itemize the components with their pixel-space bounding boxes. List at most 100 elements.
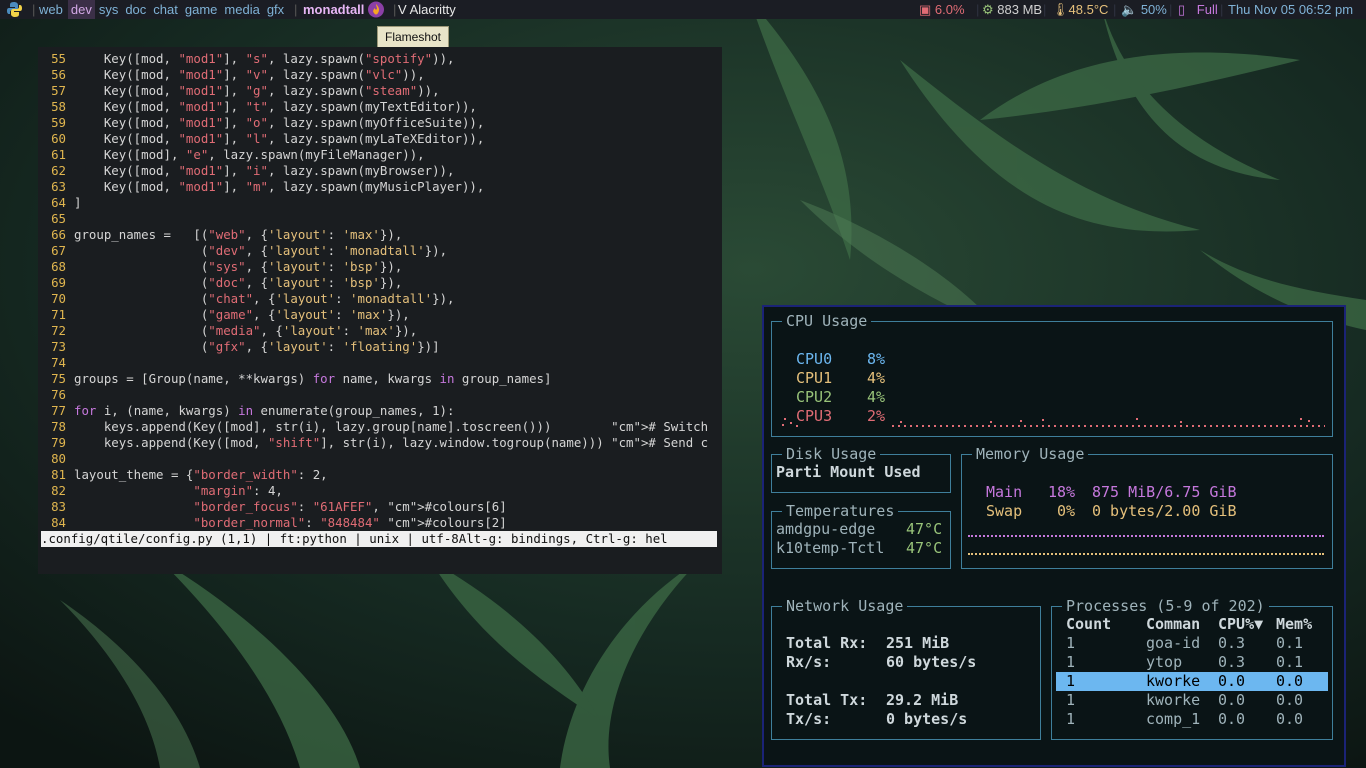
process-row[interactable]: 1 kworke 0.0 0.0 <box>1056 691 1328 710</box>
process-column-header[interactable]: Mem% <box>1276 615 1312 634</box>
group-web[interactable]: web <box>39 0 66 19</box>
process-row[interactable]: 1 comp_1 0.0 0.0 <box>1056 710 1328 729</box>
code-line[interactable]: 55 Key([mod, "mod1"], "s", lazy.spawn("s… <box>38 51 722 67</box>
python-logo-icon[interactable] <box>6 0 23 19</box>
code-line[interactable]: 62 Key([mod, "mod1"], "i", lazy.spawn(my… <box>38 163 722 179</box>
group-gfx[interactable]: gfx <box>267 0 287 19</box>
cpu1-value: 4% <box>867 369 886 387</box>
line-number: 58 <box>51 99 66 114</box>
memory-widget: ⚙ 883 MB <box>982 2 1043 17</box>
code-line[interactable]: 77 for i, (name, kwargs) in enumerate(gro… <box>38 403 722 419</box>
code-area[interactable]: 55 Key([mod, "mod1"], "s", lazy.spawn("s… <box>38 51 722 531</box>
line-text: keys.append(Key([mod, "shift"], str(i), … <box>74 435 709 450</box>
line-text: Key([mod, "mod1"], "l", lazy.spawn(myLaT… <box>74 131 485 146</box>
mem-swap-graph <box>968 553 1324 558</box>
rx-rate-label: Rx/s: <box>786 653 832 671</box>
rx-rate-value: 60 bytes/s <box>886 653 977 671</box>
code-line[interactable]: 59 Key([mod, "mod1"], "o", lazy.spawn(my… <box>38 115 722 131</box>
process-cell: 1 <box>1066 691 1076 709</box>
code-line[interactable]: 64] <box>38 195 722 211</box>
code-line[interactable]: 72 ("media", {'layout': 'max'}), <box>38 323 722 339</box>
code-line[interactable]: 84 "border_normal": "848484" "cm">#colou… <box>38 515 722 531</box>
code-line[interactable]: 61 Key([mod], "e", lazy.spawn(myFileMana… <box>38 147 722 163</box>
group-media[interactable]: media <box>224 0 262 19</box>
temperatures-panel: Temperatures amdgpu-edge 47°C k10temp-Tc… <box>771 501 951 569</box>
code-line[interactable]: 83 "border_focus": "61AFEF", "cm">#colou… <box>38 499 722 515</box>
code-line[interactable]: 69 ("doc", {'layout': 'bsp'}), <box>38 275 722 291</box>
code-line[interactable]: 71 ("game", {'layout': 'max'}), <box>38 307 722 323</box>
mem-swap-pct: 0% <box>1057 502 1076 520</box>
group-sys[interactable]: sys <box>99 0 122 19</box>
layout-name[interactable]: monadtall <box>303 0 364 19</box>
code-line[interactable]: 66 group_names = [("web", {'layout': 'max… <box>38 227 722 243</box>
mem-main-label: Main <box>986 483 1023 501</box>
clock[interactable]: Thu Nov 05 06:52 pm <box>1228 0 1353 19</box>
ytop-window[interactable]: CPU Usage CPU0 8% CPU1 4% CPU2 4% CPU3 2… <box>762 305 1346 767</box>
temp-name-1: k10temp-Tctl <box>776 539 885 557</box>
code-line[interactable]: 67 ("dev", {'layout': 'monadtall'}), <box>38 243 722 259</box>
cpu2-value: 4% <box>867 388 886 406</box>
code-line[interactable]: 79 keys.append(Key([mod, "shift"], str(i… <box>38 435 722 451</box>
line-text: Key([mod, "mod1"], "v", lazy.spawn("vlc"… <box>74 67 425 82</box>
layout-icon[interactable] <box>366 1 386 20</box>
line-text: Key([mod, "mod1"], "s", lazy.spawn("spot… <box>74 51 455 66</box>
code-line[interactable]: 76 <box>38 387 722 403</box>
process-cell: 1 <box>1066 710 1076 728</box>
line-number: 60 <box>51 131 66 146</box>
code-line[interactable]: 75 groups = [Group(name, **kwargs) for na… <box>38 371 722 387</box>
rx-total-label: Total Rx: <box>786 634 868 652</box>
line-number: 68 <box>51 259 66 274</box>
line-number: 73 <box>51 339 66 354</box>
process-cell: 0.0 <box>1218 710 1246 728</box>
line-number: 56 <box>51 67 66 82</box>
cpu-graph <box>782 418 1325 427</box>
chip-icon: ▣ <box>919 2 932 17</box>
code-line[interactable]: 60 Key([mod, "mod1"], "l", lazy.spawn(my… <box>38 131 722 147</box>
line-text: Key([mod, "mod1"], "o", lazy.spawn(myOff… <box>74 115 485 130</box>
disk-usage-panel: Disk Usage Parti Mount Used <box>771 444 951 493</box>
code-line[interactable]: 68 ("sys", {'layout': 'bsp'}), <box>38 259 722 275</box>
separator: | <box>976 2 980 17</box>
line-text: group_names = [("web", {'layout': 'max'}… <box>74 227 403 242</box>
code-line[interactable]: 80 <box>38 451 722 467</box>
line-text: ("gfx", {'layout': 'floating'})] <box>74 339 440 354</box>
process-row[interactable]: 1 kworke 0.0 0.0 <box>1056 672 1328 691</box>
line-number: 80 <box>51 451 66 466</box>
disk-usage-title: Disk Usage <box>782 444 881 464</box>
rx-total-value: 251 MiB <box>886 634 950 652</box>
code-line[interactable]: 82 "margin": 4, <box>38 483 722 499</box>
process-cell: 1 <box>1066 634 1076 652</box>
line-text: "border_normal": "848484" "cm">#colours[… <box>193 515 507 530</box>
code-line[interactable]: 81 layout_theme = {"border_width": 2, <box>38 467 722 483</box>
code-line[interactable]: 58 Key([mod, "mod1"], "t", lazy.spawn(my… <box>38 99 722 115</box>
process-cell: kworke <box>1146 691 1201 709</box>
separator: | <box>1113 2 1117 17</box>
code-line[interactable]: 78 keys.append(Key([mod], str(i), lazy.g… <box>38 419 722 435</box>
line-text: for i, (name, kwargs) in enumerate(group… <box>74 403 455 418</box>
code-line[interactable]: 74 <box>38 355 722 371</box>
disk-header: Parti Mount Used <box>776 463 921 481</box>
group-chat[interactable]: chat <box>153 0 181 19</box>
process-row[interactable]: 1 goa-id 0.3 0.1 <box>1056 634 1328 653</box>
group-game[interactable]: game <box>185 0 221 19</box>
code-line[interactable]: 73 ("gfx", {'layout': 'floating'})] <box>38 339 722 355</box>
code-line[interactable]: 65 <box>38 211 722 227</box>
code-line[interactable]: 57 Key([mod, "mod1"], "g", lazy.spawn("s… <box>38 83 722 99</box>
code-line[interactable]: 63 Key([mod, "mod1"], "m", lazy.spawn(my… <box>38 179 722 195</box>
mem-main-pct: 18% <box>1048 483 1076 501</box>
editor-window[interactable]: 55 Key([mod, "mod1"], "s", lazy.spawn("s… <box>38 47 722 574</box>
network-usage-title: Network Usage <box>782 596 908 616</box>
code-line[interactable]: 70 ("chat", {'layout': 'monadtall'}), <box>38 291 722 307</box>
temp-value-1: 47°C <box>906 539 943 557</box>
cpu-usage-panel: CPU Usage CPU0 8% CPU1 4% CPU2 4% CPU3 2… <box>771 311 1333 437</box>
code-line[interactable]: 56 Key([mod, "mod1"], "v", lazy.spawn("v… <box>38 67 722 83</box>
volume-widget[interactable]: 🔈 50% <box>1121 0 1167 19</box>
process-column-header[interactable]: CPU%▼ <box>1218 615 1263 634</box>
separator: | <box>1169 2 1173 17</box>
group-doc[interactable]: doc <box>125 0 149 19</box>
process-row[interactable]: 1 ytop 0.3 0.1 <box>1056 653 1328 672</box>
group-dev[interactable]: dev <box>67 0 95 19</box>
process-column-header[interactable]: Comman <box>1146 615 1200 634</box>
process-column-header[interactable]: Count <box>1066 615 1111 634</box>
line-number: 81 <box>51 467 66 482</box>
